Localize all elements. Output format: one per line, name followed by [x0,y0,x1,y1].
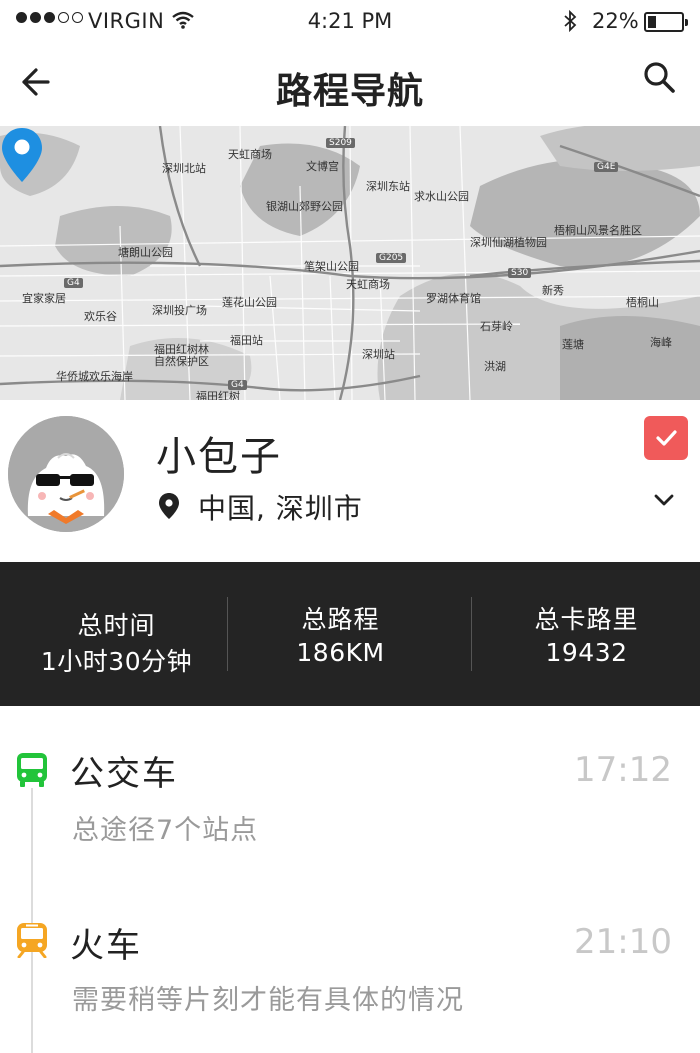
stat-value: 19432 [545,638,628,667]
map-label: 深圳东站 [366,180,410,193]
map-label: 天虹商场 [228,148,272,161]
map-label: 石芽岭 [480,320,513,333]
route-map[interactable]: 天虹商场 深圳北站 文博宫 深圳东站 求水山公园 梧桐山风景名胜区 银湖山郊野公… [0,126,700,400]
checkmark-icon [656,430,677,446]
map-marker-icon [159,493,179,519]
stat-label: 总卡路里 [534,605,639,634]
map-label: 文博宫 [306,160,339,173]
timeline-desc: 总途径7个站点 [72,815,259,846]
battery-icon [644,12,688,32]
user-location: 中国, 深圳市 [198,492,363,525]
road-badge: G4E [594,162,619,172]
trip-stats: 总时间 1小时30分钟 总路程 186KM 总卡路里 19432 [0,562,700,706]
stat-total-calories: 总卡路里 19432 [470,562,700,706]
user-profile: 小包子 中国, 深圳市 [0,400,700,562]
chevron-down-icon[interactable] [650,490,678,510]
check-button[interactable] [644,416,688,460]
status-bar: VIRGIN 4:21 PM 22% [0,0,700,44]
location-pin-icon[interactable] [0,126,44,184]
stat-total-distance: 总路程 186KM [224,562,457,706]
road-badge: G4 [64,278,83,288]
timeline-time: 17:12 [574,750,672,790]
map-label: 塘朗山公园 [118,246,173,259]
bluetooth-icon [564,9,577,33]
road-badge: G4 [228,380,247,390]
timeline-title: 火车 [70,926,142,966]
map-label: 梧桐山 [626,296,659,309]
train-icon [17,923,47,958]
page-title: 路程导航 [275,71,424,112]
map-label: 笔架山公园 [304,260,359,273]
road-badge: G205 [376,253,407,263]
map-label: 深圳站 [362,348,395,361]
stat-value: 1小时30分钟 [40,647,193,676]
stat-value: 186KM [296,638,385,667]
map-label: 洪湖 [484,360,506,373]
map-label: 欢乐谷 [84,310,117,323]
map-label: 求水山公园 [414,190,469,203]
map-label: 莲塘 [562,338,584,351]
bun-character-icon [8,416,124,532]
map-label: 深圳仙湖植物园 [470,236,547,249]
map-label: 银湖山郊野公园 [266,200,343,213]
road-badge: S30 [508,268,532,278]
map-label: 福田站 [230,334,263,347]
timeline-title: 公交车 [70,754,178,794]
timeline-time: 21:10 [574,922,672,962]
map-label: 福田红树林自然保护区 [154,343,209,368]
avatar[interactable] [8,416,124,532]
map-label: 莲花山公园 [222,296,277,309]
stat-total-time: 总时间 1小时30分钟 [0,562,233,706]
map-label: 深圳投广场 [152,304,207,317]
map-label: 罗湖体育馆 [426,292,481,305]
search-icon[interactable] [640,58,680,98]
map-label: 梧桐山风景名胜区 [554,224,642,237]
timeline-line [31,788,33,1053]
user-name: 小包子 [156,434,282,480]
road-badge: S209 [326,138,355,148]
map-label: 深圳北站 [162,162,206,175]
map-label: 天虹商场 [346,278,390,291]
map-label: 宜家家居 [22,292,66,305]
bus-icon [17,753,47,787]
stat-label: 总路程 [301,605,380,634]
map-label: 华侨城欢乐海岸 [56,370,133,383]
battery-percent: 22% [592,9,639,33]
map-label: 海峰 [650,336,672,349]
nav-bar: 路程导航 [0,44,700,126]
stat-label: 总时间 [77,611,156,640]
timeline-desc: 需要稍等片刻才能有具体的情况 [72,985,464,1016]
map-label: 新秀 [542,284,564,297]
